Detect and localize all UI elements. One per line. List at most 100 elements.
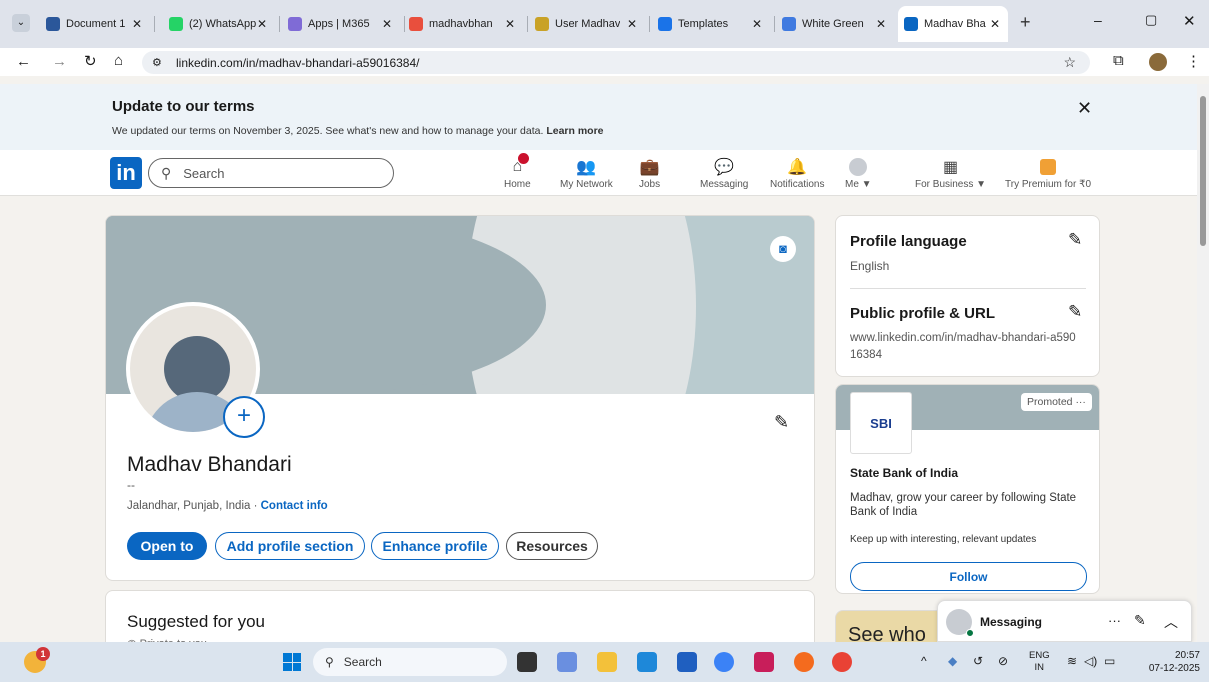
tab-close-icon[interactable]: ✕	[257, 17, 267, 31]
profile-avatar-icon[interactable]	[1149, 53, 1167, 71]
sbi-logo[interactable]: SBI	[850, 392, 912, 454]
promoted-label[interactable]: Promoted ···	[1021, 393, 1092, 411]
profile-language-value: English	[850, 259, 890, 273]
tab-close-icon[interactable]: ✕	[505, 17, 515, 31]
tab-close-icon[interactable]: ✕	[132, 17, 142, 31]
add-profile-section-button[interactable]: Add profile section	[215, 532, 365, 560]
store-icon[interactable]	[677, 652, 697, 672]
chevron-up-icon[interactable]: ︿	[1164, 612, 1178, 632]
browser-tab[interactable]: Madhav Bha ✕	[898, 6, 1008, 42]
messaging-more-icon[interactable]: ···	[1108, 613, 1121, 628]
home-icon[interactable]: ⌂	[114, 52, 123, 69]
nav-label: For Business ▼	[915, 179, 987, 190]
tab-close-icon[interactable]: ✕	[990, 17, 1000, 31]
banner-text: We updated our terms on November 3, 2025…	[112, 125, 604, 137]
tray-chevron-icon[interactable]: ^	[921, 654, 927, 668]
browser-tab[interactable]: User Madhav ✕	[529, 6, 645, 42]
clock[interactable]: 20:57 07-12-2025	[1134, 649, 1200, 675]
language-indicator[interactable]: ENG IN	[1029, 650, 1050, 674]
minimize-button[interactable]: –	[1094, 12, 1102, 28]
back-icon[interactable]: ←	[16, 53, 31, 70]
banner-close-icon[interactable]: ✕	[1077, 98, 1092, 119]
bookmark-star-icon[interactable]: ☆	[1063, 54, 1076, 71]
edit-pencil-icon[interactable]: ✎	[774, 412, 789, 433]
nav-for-business[interactable]: ▦ For Business ▼	[915, 150, 986, 196]
contact-info-link[interactable]: Contact info	[261, 500, 328, 512]
resources-button[interactable]: Resources	[506, 532, 598, 560]
chrome-icon[interactable]	[832, 652, 852, 672]
nav-home[interactable]: ⌂ Home	[504, 150, 531, 196]
edge-icon[interactable]	[637, 652, 657, 672]
browser-tab[interactable]: Templates ✕	[652, 6, 770, 42]
edit-url-icon[interactable]: ✎	[1068, 302, 1082, 322]
try-premium-icon	[1038, 157, 1058, 177]
tab-label: Apps | M365	[308, 18, 370, 30]
browser-tab[interactable]: Document 1 ✕	[40, 6, 150, 42]
notification-badge: 1	[36, 647, 50, 661]
profile-card: ◙ + ✎ Madhav Bhandari -- Jalandhar, Punj…	[105, 215, 815, 581]
tab-label: Templates	[678, 18, 729, 30]
window-close-button[interactable]: ✕	[1183, 12, 1196, 30]
mcafee-icon[interactable]	[754, 652, 774, 672]
public-profile-url[interactable]: www.linkedin.com/in/madhav-bhandari-a590…	[850, 330, 1080, 364]
tray-focus-icon[interactable]: ⊘	[998, 654, 1008, 668]
extensions-icon[interactable]: ⧉	[1113, 52, 1124, 69]
new-tab-button[interactable]: +	[1020, 12, 1031, 33]
compose-icon[interactable]: ✎	[1134, 612, 1146, 629]
tab-close-icon[interactable]: ✕	[876, 17, 886, 31]
site-info-icon[interactable]: ⚙	[152, 56, 162, 69]
firefox-icon[interactable]	[794, 652, 814, 672]
tab-list-button[interactable]: ⌄	[12, 14, 30, 32]
tab-favicon-icon	[288, 17, 302, 31]
tab-label: Madhav Bha	[924, 18, 986, 30]
scroll-thumb[interactable]	[1200, 96, 1206, 246]
tab-close-icon[interactable]: ✕	[752, 17, 762, 31]
maximize-button[interactable]: ▢	[1145, 12, 1157, 28]
tray-sync-icon[interactable]: ↺	[973, 654, 983, 668]
camera-icon[interactable]: ◙	[770, 236, 796, 262]
messaging-widget[interactable]: Messaging ··· ✎ ︿	[937, 600, 1192, 642]
tab-close-icon[interactable]: ✕	[627, 17, 637, 31]
open-to-button[interactable]: Open to	[127, 532, 207, 560]
linkedin-logo[interactable]: in	[110, 157, 142, 189]
win-pane	[292, 653, 301, 662]
task-view-icon[interactable]	[517, 652, 537, 672]
volume-icon[interactable]: ◁)	[1084, 654, 1097, 668]
search-input[interactable]: ⚲ Search	[148, 158, 394, 188]
file-explorer-icon[interactable]	[597, 652, 617, 672]
nav-me[interactable]: Me ▼	[845, 150, 872, 196]
browser-tab[interactable]: madhavbhan ✕	[403, 6, 523, 42]
url-field[interactable]: ⚙ linkedin.com/in/madhav-bhandari-a59016…	[142, 51, 1090, 74]
enhance-profile-button[interactable]: Enhance profile	[371, 532, 499, 560]
app-icon[interactable]	[714, 652, 734, 672]
tab-close-icon[interactable]: ✕	[382, 17, 392, 31]
browser-menu-icon[interactable]: ⋮	[1186, 52, 1201, 70]
copilot-icon[interactable]	[557, 652, 577, 672]
follow-button[interactable]: Follow	[850, 562, 1087, 591]
windows-start-icon[interactable]	[283, 653, 301, 671]
wifi-icon[interactable]: ≋	[1067, 654, 1077, 668]
edit-language-icon[interactable]: ✎	[1068, 230, 1082, 250]
browser-tab[interactable]: Apps | M365 ✕	[282, 6, 400, 42]
add-photo-button[interactable]: +	[223, 396, 265, 438]
tab-favicon-icon	[658, 17, 672, 31]
browser-tab[interactable]: White Green ✕	[776, 6, 894, 42]
nav-notifications[interactable]: 🔔 Notifications	[770, 150, 824, 196]
nav-my-network[interactable]: 👥 My Network	[560, 150, 613, 196]
location-text: Jalandhar, Punjab, India ·	[127, 500, 261, 512]
tray-app-icon[interactable]: ◆	[948, 654, 957, 668]
banner-learn-more-link[interactable]: Learn more	[546, 125, 603, 137]
tab-separator	[279, 16, 280, 32]
forward-icon[interactable]: →	[52, 53, 67, 70]
battery-icon[interactable]: ▭	[1104, 654, 1115, 668]
tab-label: User Madhav	[555, 18, 621, 30]
taskbar-search[interactable]: ⚲ Search	[313, 648, 507, 676]
reload-icon[interactable]: ↻	[84, 52, 97, 70]
for-business-icon: ▦	[942, 159, 959, 176]
nav-messaging[interactable]: 💬 Messaging	[700, 150, 748, 196]
messaging-label: Messaging	[980, 615, 1043, 629]
nav-jobs[interactable]: 💼 Jobs	[639, 150, 660, 196]
browser-tab[interactable]: (2) WhatsApp ✕	[163, 6, 275, 42]
nav-try-premium[interactable]: Try Premium for ₹0	[1005, 150, 1091, 196]
page-scrollbar[interactable]	[1197, 84, 1209, 642]
